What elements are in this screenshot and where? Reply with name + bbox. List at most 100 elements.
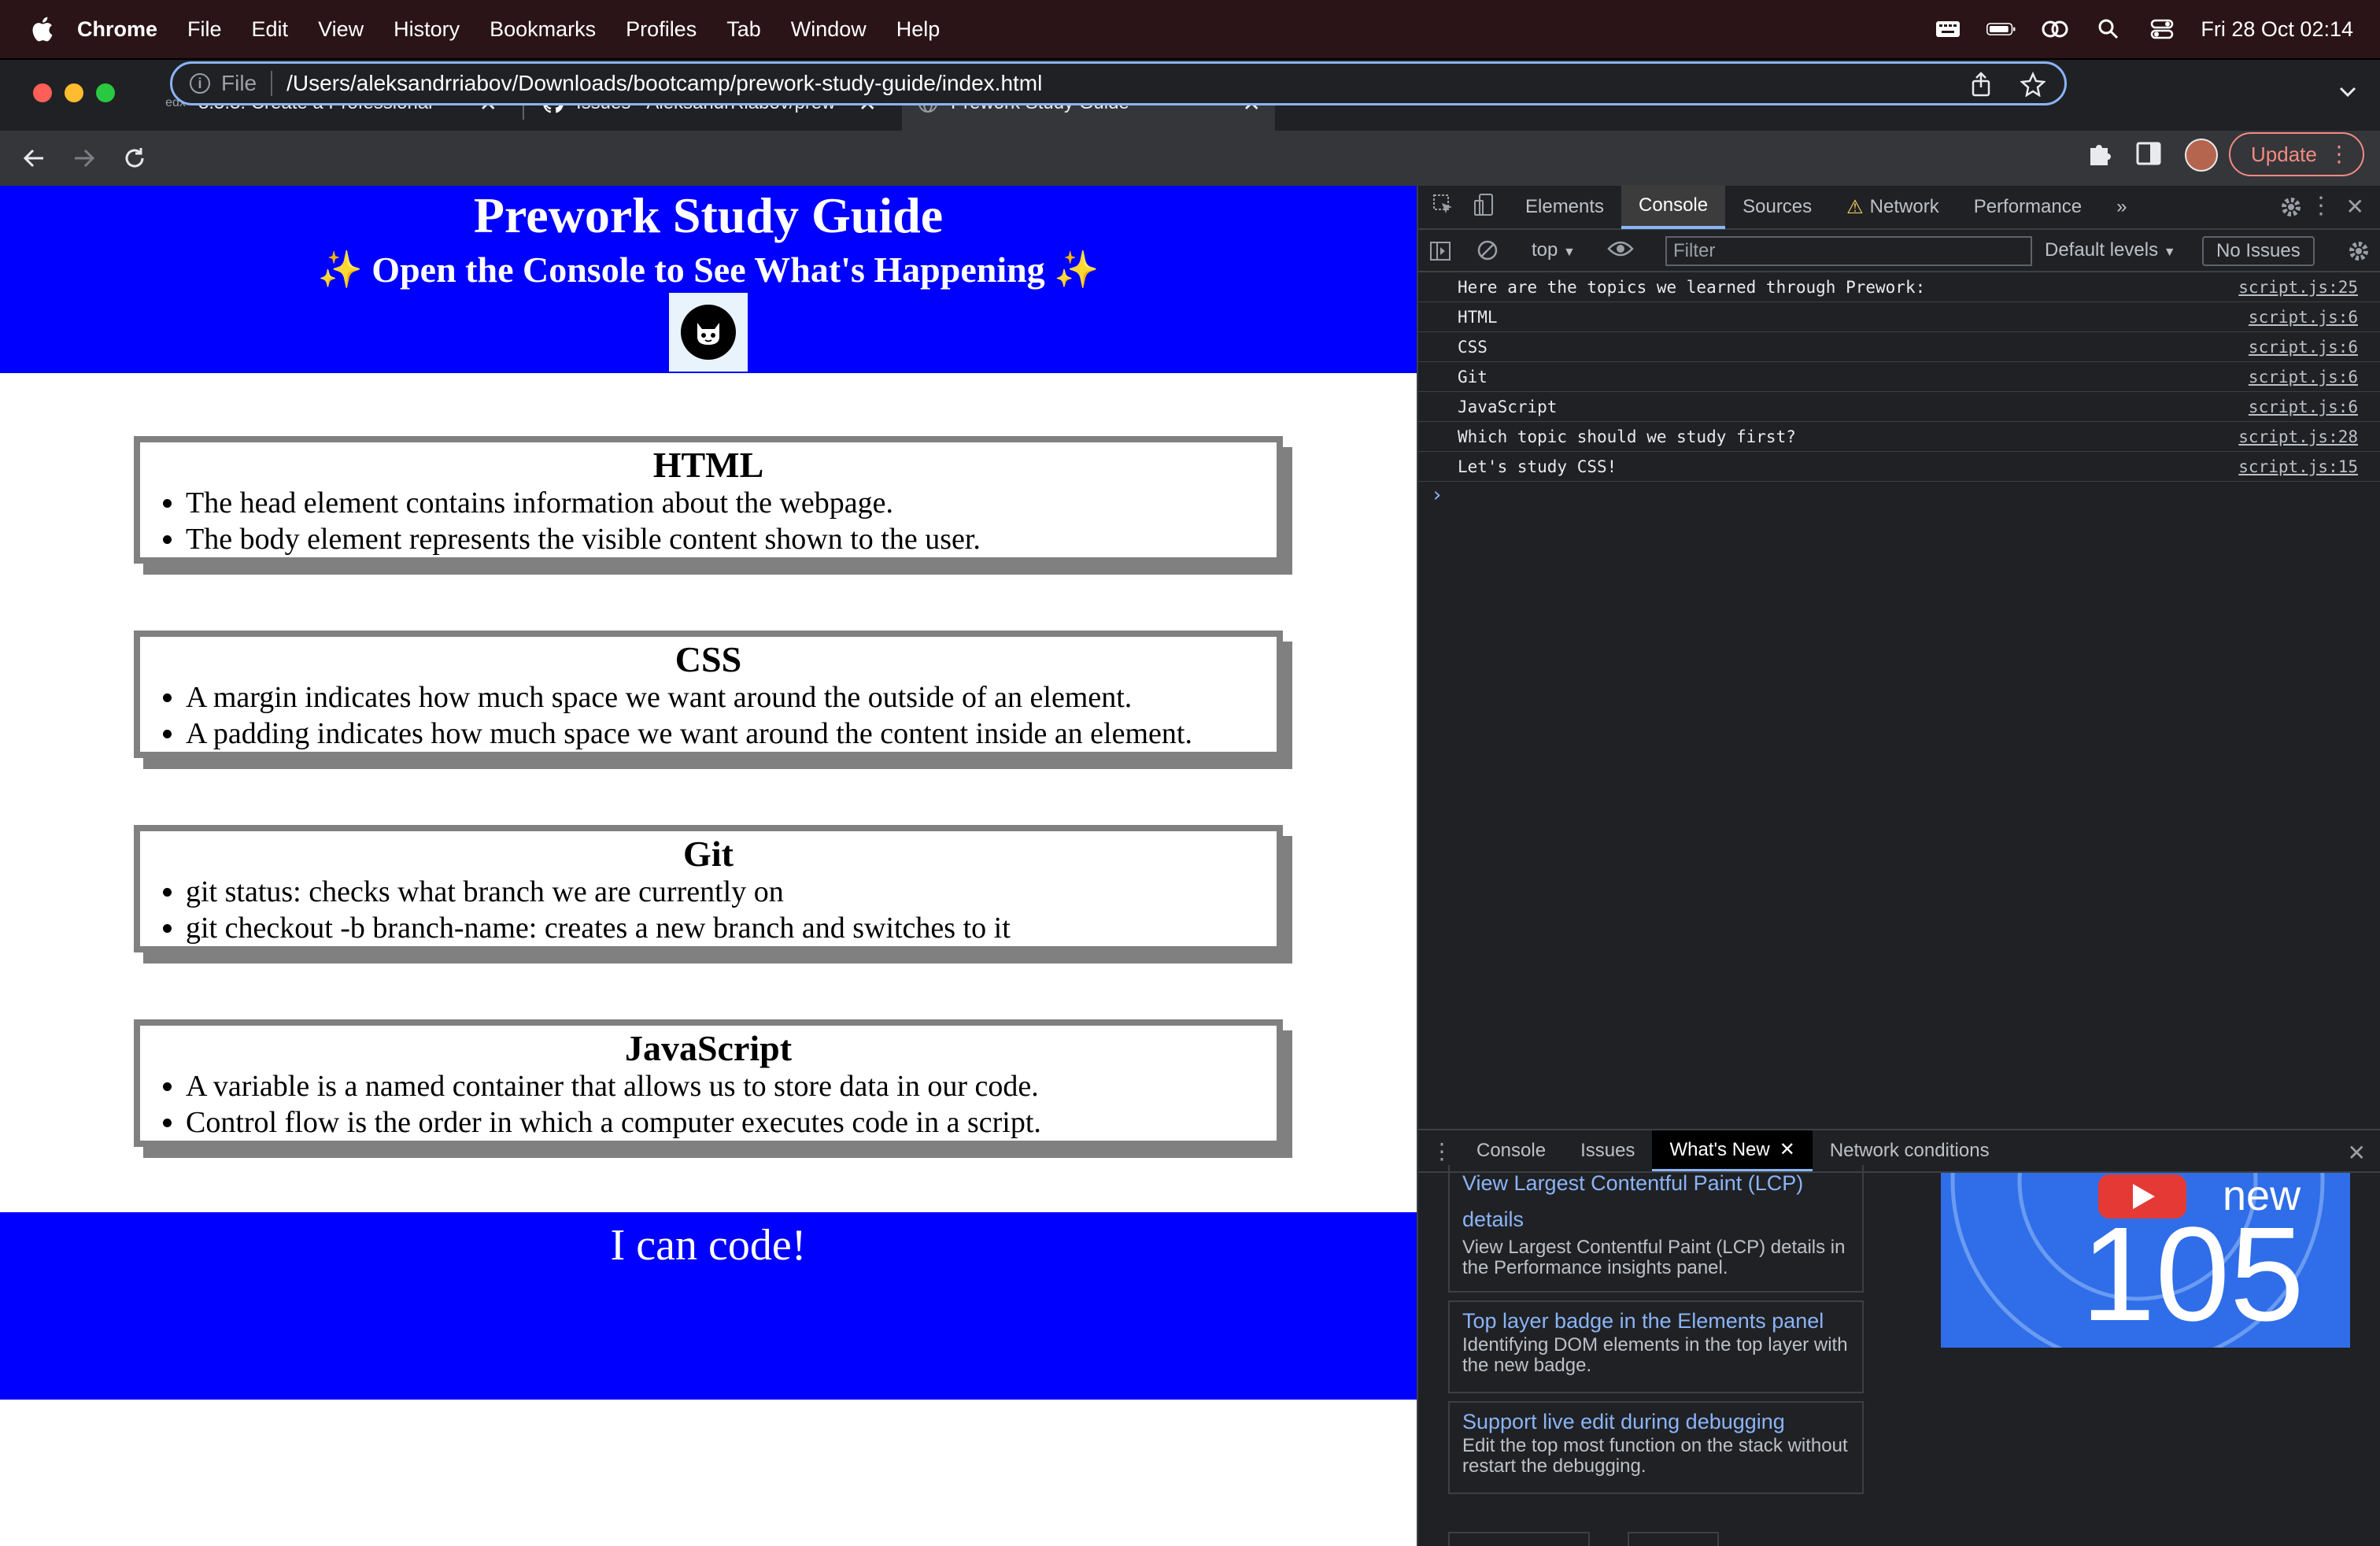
back-arrow-icon[interactable]	[19, 143, 49, 173]
console-message: Git script.js:6	[1418, 362, 2380, 392]
console-source-link[interactable]: script.js:6	[2249, 338, 2358, 357]
menubar-clock[interactable]: Fri 28 Oct 02:14	[2201, 17, 2353, 42]
issues-counter[interactable]: No Issues	[2202, 236, 2315, 266]
window-zoom-button[interactable]	[96, 83, 115, 102]
spotlight-search-icon[interactable]	[2094, 17, 2123, 41]
address-bar[interactable]: i File /Users/aleksandrriabov/Downloads/…	[170, 61, 2067, 105]
keyboard-icon[interactable]	[1933, 17, 1963, 41]
card-list: The head element contains information ab…	[186, 485, 1277, 557]
profile-avatar[interactable]	[2185, 139, 2218, 172]
menu-help[interactable]: Help	[896, 17, 941, 42]
topic-card-css: CSS A margin indicates how much space we…	[134, 631, 1283, 758]
console-prompt-chevron-icon[interactable]: ›	[1431, 483, 1443, 507]
share-icon[interactable]	[1970, 72, 1992, 102]
window-minimize-button[interactable]	[65, 83, 83, 102]
log-levels-dropdown[interactable]: Default levels ▼	[2045, 239, 2176, 261]
device-toolbar-icon[interactable]	[1473, 193, 1497, 222]
card-heading: JavaScript	[624, 1028, 793, 1068]
warning-icon: ⚠	[1846, 196, 1864, 218]
devtools-tab-bar: Elements Console Sources ⚠ Network Perfor…	[1418, 185, 2380, 230]
menu-file[interactable]: File	[187, 17, 222, 42]
devtools-tab-elements[interactable]: Elements	[1508, 185, 1621, 229]
close-devtools-icon[interactable]: ✕	[2346, 194, 2364, 220]
close-icon[interactable]: ✕	[1779, 1138, 1795, 1161]
whats-new-card-title[interactable]: View Largest Contentful Paint (LCP) deta…	[1462, 1165, 1851, 1237]
settings-gear-icon[interactable]	[2279, 195, 2303, 224]
browser-toolbar	[0, 131, 2380, 186]
topic-card-html: HTML The head element contains informati…	[134, 436, 1283, 564]
console-source-link[interactable]: script.js:6	[2249, 368, 2358, 386]
log-levels-label: Default levels	[2045, 239, 2159, 261]
side-panel-icon[interactable]	[2136, 142, 2161, 165]
devtools-panel: Elements Console Sources ⚠ Network Perfor…	[1417, 185, 2380, 1546]
whats-new-card[interactable]: View Largest Contentful Paint (LCP) deta…	[1448, 1165, 1864, 1293]
card-heading: HTML	[652, 445, 764, 485]
console-message: Here are the topics we learned through P…	[1418, 272, 2380, 302]
console-settings-gear-icon[interactable]	[2347, 239, 2371, 268]
devtools-tab-console[interactable]: Console	[1621, 185, 1726, 229]
whats-new-card[interactable]: Support live edit during debugging Edit …	[1448, 1401, 1864, 1494]
more-vert-icon[interactable]: ⋮	[2309, 192, 2333, 220]
inspect-element-icon[interactable]	[1432, 194, 1456, 221]
console-source-link[interactable]: script.js:6	[2249, 308, 2358, 327]
menu-history[interactable]: History	[394, 17, 460, 42]
forward-arrow-icon[interactable]	[69, 143, 99, 173]
extensions-puzzle-icon[interactable]	[2086, 140, 2112, 167]
card-heading: CSS	[674, 639, 742, 679]
whats-new-card[interactable]: Top layer badge in the Elements panel Id…	[1448, 1300, 1864, 1393]
control-center-icon[interactable]	[2147, 17, 2177, 41]
window-close-button[interactable]	[33, 83, 52, 102]
whats-new-button[interactable]	[1628, 1532, 1719, 1546]
console-filter-input[interactable]: Filter	[1665, 236, 2032, 266]
page-title: Prework Study Guide	[473, 187, 944, 243]
console-source-link[interactable]: script.js:6	[2249, 398, 2358, 416]
url-text[interactable]: /Users/aleksandrriabov/Downloads/bootcam…	[286, 71, 1042, 96]
reload-icon[interactable]	[120, 143, 150, 173]
console-source-link[interactable]: script.js:25	[2238, 278, 2358, 297]
drawer-menu-icon[interactable]: ⋮	[1431, 1138, 1453, 1164]
whats-new-card-title[interactable]: Top layer badge in the Elements panel	[1462, 1307, 1851, 1335]
menu-profiles[interactable]: Profiles	[626, 17, 697, 42]
menu-view[interactable]: View	[318, 17, 364, 42]
devtools-tab-network[interactable]: ⚠ Network	[1829, 185, 1957, 229]
menu-edit[interactable]: Edit	[252, 17, 289, 42]
battery-icon[interactable]	[1986, 17, 2016, 41]
more-vert-icon[interactable]: ⋮	[2328, 140, 2350, 168]
sidebar-toggle-icon[interactable]	[1429, 241, 1451, 267]
tab-search-chevron-icon[interactable]	[2339, 87, 2356, 102]
console-message-text: HTML	[1458, 307, 1498, 327]
list-item: Control flow is the order in which a com…	[186, 1104, 1277, 1141]
site-info-icon[interactable]: i	[190, 73, 210, 94]
eye-icon[interactable]	[1607, 239, 1634, 264]
context-selector[interactable]: top ▼	[1532, 239, 1576, 261]
console-message: Let's study CSS! script.js:15	[1418, 452, 2380, 482]
dropdown-triangle-icon: ▼	[1563, 246, 1576, 259]
screen-mirroring-icon[interactable]	[2040, 17, 2070, 41]
update-chrome-button[interactable]: Update ⋮	[2229, 132, 2364, 176]
devtools-tab-performance[interactable]: Performance	[1957, 185, 2099, 229]
card-list: A variable is a named container that all…	[186, 1068, 1277, 1141]
list-item: The body element represents the visible …	[186, 521, 1277, 557]
close-drawer-icon[interactable]: ✕	[2348, 1140, 2366, 1166]
devtools-tab-sources[interactable]: Sources	[1725, 185, 1829, 229]
bookmark-star-icon[interactable]	[2020, 71, 2046, 102]
clear-console-icon[interactable]	[1476, 239, 1499, 267]
whats-new-button[interactable]	[1448, 1532, 1590, 1546]
whats-new-card-title[interactable]: Support live edit during debugging	[1462, 1407, 1851, 1436]
list-item: A variable is a named container that all…	[186, 1068, 1277, 1104]
console-source-link[interactable]: script.js:28	[2238, 427, 2358, 446]
menu-tab[interactable]: Tab	[726, 17, 761, 42]
chrome-105-banner: new 105	[1941, 1173, 2350, 1348]
menu-bookmarks[interactable]: Bookmarks	[490, 17, 596, 42]
list-item: git status: checks what branch we are cu…	[186, 874, 1277, 910]
apple-icon[interactable]	[30, 15, 54, 43]
more-tabs-chevron-icon[interactable]: »	[2099, 185, 2144, 229]
console-message: Which topic should we study first? script…	[1418, 422, 2380, 452]
menu-window[interactable]: Window	[791, 17, 867, 42]
page-footer: I can code!	[0, 1212, 1417, 1400]
console-source-link[interactable]: script.js:15	[2238, 457, 2358, 476]
update-label: Update	[2251, 142, 2317, 166]
whats-new-card-desc: Identifying DOM elements in the top laye…	[1462, 1334, 1848, 1376]
banner-version: 105	[2081, 1200, 2304, 1348]
menu-app-name[interactable]: Chrome	[77, 17, 157, 42]
